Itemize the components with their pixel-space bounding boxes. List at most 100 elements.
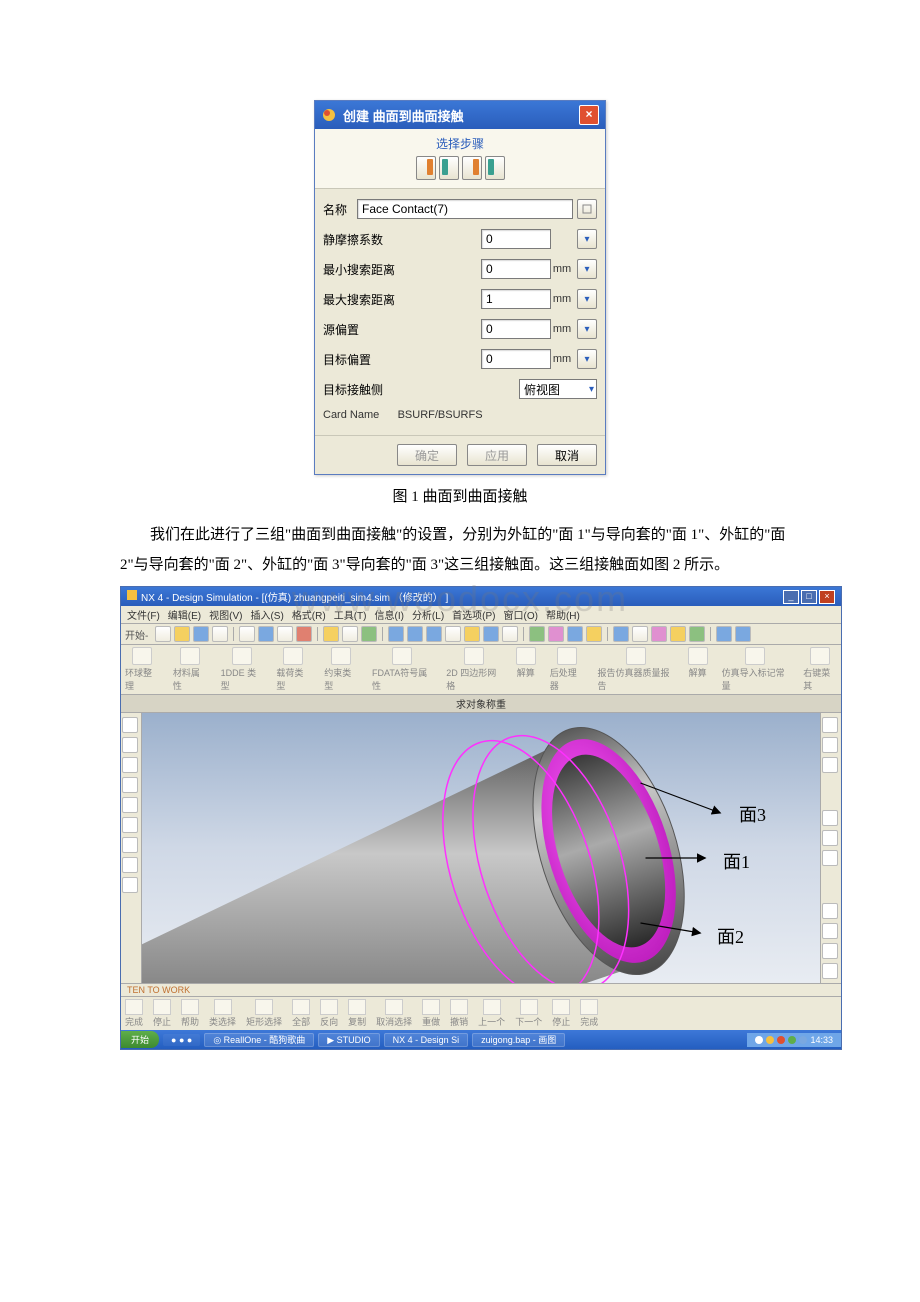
toolbar2-button[interactable]: 环球整理 [125, 647, 159, 692]
left-tool-icon[interactable] [122, 837, 138, 853]
close-icon[interactable]: × [579, 105, 599, 125]
toolbar2-button[interactable]: 解算 [516, 647, 536, 692]
menu-item[interactable]: 窗口(O) [504, 607, 538, 622]
menu-item[interactable]: 文件(F) [127, 607, 160, 622]
source-offset-input[interactable] [481, 319, 551, 339]
tool-icon[interactable] [258, 626, 274, 642]
bottom-tool-button[interactable]: 重做 [422, 999, 440, 1028]
bottom-tool-button[interactable]: 取消选择 [376, 999, 412, 1028]
left-tool-icon[interactable] [122, 757, 138, 773]
right-tool-icon[interactable] [822, 737, 838, 753]
bottom-tool-button[interactable]: 复制 [348, 999, 366, 1028]
tray-icon[interactable] [766, 1036, 774, 1044]
cad-viewport[interactable]: 面3 面1 面2 [142, 713, 820, 983]
tool-icon[interactable] [342, 626, 358, 642]
taskbar-item[interactable]: ▶ STUDIO [318, 1033, 379, 1047]
tool-icon[interactable] [689, 626, 705, 642]
tool-icon[interactable] [239, 626, 255, 642]
taskbar-item[interactable]: NX 4 - Design Si [384, 1033, 469, 1047]
system-tray[interactable]: 14:33 [747, 1033, 841, 1047]
tray-icon[interactable] [788, 1036, 796, 1044]
right-tool-icon[interactable] [822, 850, 838, 866]
tool-icon[interactable] [445, 626, 461, 642]
tray-icon[interactable] [777, 1036, 785, 1044]
right-tool-icon[interactable] [822, 810, 838, 826]
tool-icon[interactable] [632, 626, 648, 642]
toolbar2-button[interactable]: 仿真导入标记常量 [722, 647, 790, 692]
toolbar2-button[interactable]: FDATA符号属性 [372, 647, 432, 692]
minimize-icon[interactable]: _ [783, 590, 799, 604]
menu-item[interactable]: 编辑(E) [168, 607, 201, 622]
tray-icon[interactable] [755, 1036, 763, 1044]
left-tool-icon[interactable] [122, 717, 138, 733]
left-tool-icon[interactable] [122, 777, 138, 793]
friction-input[interactable] [481, 229, 551, 249]
taskbar-item[interactable]: ◎ ReallOne - 酷狗歌曲 [204, 1033, 314, 1047]
arrow-down-icon[interactable]: ▾ [577, 229, 597, 249]
toolbar2-button[interactable]: 后处理器 [550, 647, 584, 692]
arrow-down-icon[interactable]: ▾ [577, 349, 597, 369]
taskbar-item[interactable]: zuigong.bap - 画图 [472, 1033, 565, 1047]
tool-icon[interactable] [613, 626, 629, 642]
tool-icon[interactable] [670, 626, 686, 642]
tool-icon[interactable] [502, 626, 518, 642]
bottom-tool-button[interactable]: 下一个 [515, 999, 542, 1028]
right-tool-icon[interactable] [822, 943, 838, 959]
arrow-down-icon[interactable]: ▾ [577, 289, 597, 309]
bottom-tool-button[interactable]: 帮助 [181, 999, 199, 1028]
start-button[interactable]: 开始 [121, 1031, 159, 1048]
cancel-button[interactable]: 取消 [537, 444, 597, 466]
name-picker-icon[interactable] [577, 199, 597, 219]
tool-icon[interactable] [529, 626, 545, 642]
toolbar2-button[interactable]: 2D 四边形网格 [446, 647, 501, 692]
arrow-down-icon[interactable]: ▾ [577, 259, 597, 279]
step-3-icon[interactable] [462, 156, 482, 180]
bottom-tool-button[interactable]: 类选择 [209, 999, 236, 1028]
right-tool-icon[interactable] [822, 717, 838, 733]
name-input[interactable] [357, 199, 573, 219]
max-search-input[interactable] [481, 289, 551, 309]
bottom-tool-button[interactable]: 停止 [552, 999, 570, 1028]
close-icon[interactable]: × [819, 590, 835, 604]
tool-icon[interactable] [212, 626, 228, 642]
step-1-icon[interactable] [416, 156, 436, 180]
toolbar2-button[interactable]: 载荷类型 [276, 647, 310, 692]
tool-icon[interactable] [651, 626, 667, 642]
tool-icon[interactable] [426, 626, 442, 642]
left-tool-icon[interactable] [122, 817, 138, 833]
left-tool-icon[interactable] [122, 737, 138, 753]
right-tool-icon[interactable] [822, 830, 838, 846]
tray-icon[interactable] [799, 1036, 807, 1044]
tool-icon[interactable] [716, 626, 732, 642]
menu-item[interactable]: 信息(I) [374, 607, 403, 622]
tool-icon[interactable] [277, 626, 293, 642]
bottom-tool-button[interactable]: 完成 [125, 999, 143, 1028]
right-tool-icon[interactable] [822, 963, 838, 979]
menu-item[interactable]: 首选项(P) [452, 607, 495, 622]
tool-icon[interactable] [586, 626, 602, 642]
left-tool-icon[interactable] [122, 797, 138, 813]
bottom-tool-button[interactable]: 停止 [153, 999, 171, 1028]
tool-icon[interactable] [155, 626, 171, 642]
toolbar-start-label[interactable]: 开始- [125, 627, 148, 642]
tool-icon[interactable] [483, 626, 499, 642]
tool-icon[interactable] [388, 626, 404, 642]
toolbar2-button[interactable]: 报告仿真器质量报告 [598, 647, 674, 692]
tool-icon[interactable] [323, 626, 339, 642]
ok-button[interactable]: 确定 [397, 444, 457, 466]
bottom-tool-button[interactable]: 完成 [580, 999, 598, 1028]
tool-icon[interactable] [407, 626, 423, 642]
tool-icon[interactable] [193, 626, 209, 642]
toolbar2-button[interactable]: 约束类型 [324, 647, 358, 692]
toolbar2-button[interactable]: 右键菜其 [803, 647, 837, 692]
tool-icon[interactable] [548, 626, 564, 642]
target-offset-input[interactable] [481, 349, 551, 369]
toolbar2-button[interactable]: 解算 [688, 647, 708, 692]
menu-item[interactable]: 格式(R) [292, 607, 326, 622]
tool-icon[interactable] [464, 626, 480, 642]
bottom-tool-button[interactable]: 上一个 [478, 999, 505, 1028]
bottom-tool-button[interactable]: 矩形选择 [246, 999, 282, 1028]
step-2-icon[interactable] [439, 156, 459, 180]
menu-item[interactable]: 插入(S) [250, 607, 283, 622]
left-tool-icon[interactable] [122, 857, 138, 873]
